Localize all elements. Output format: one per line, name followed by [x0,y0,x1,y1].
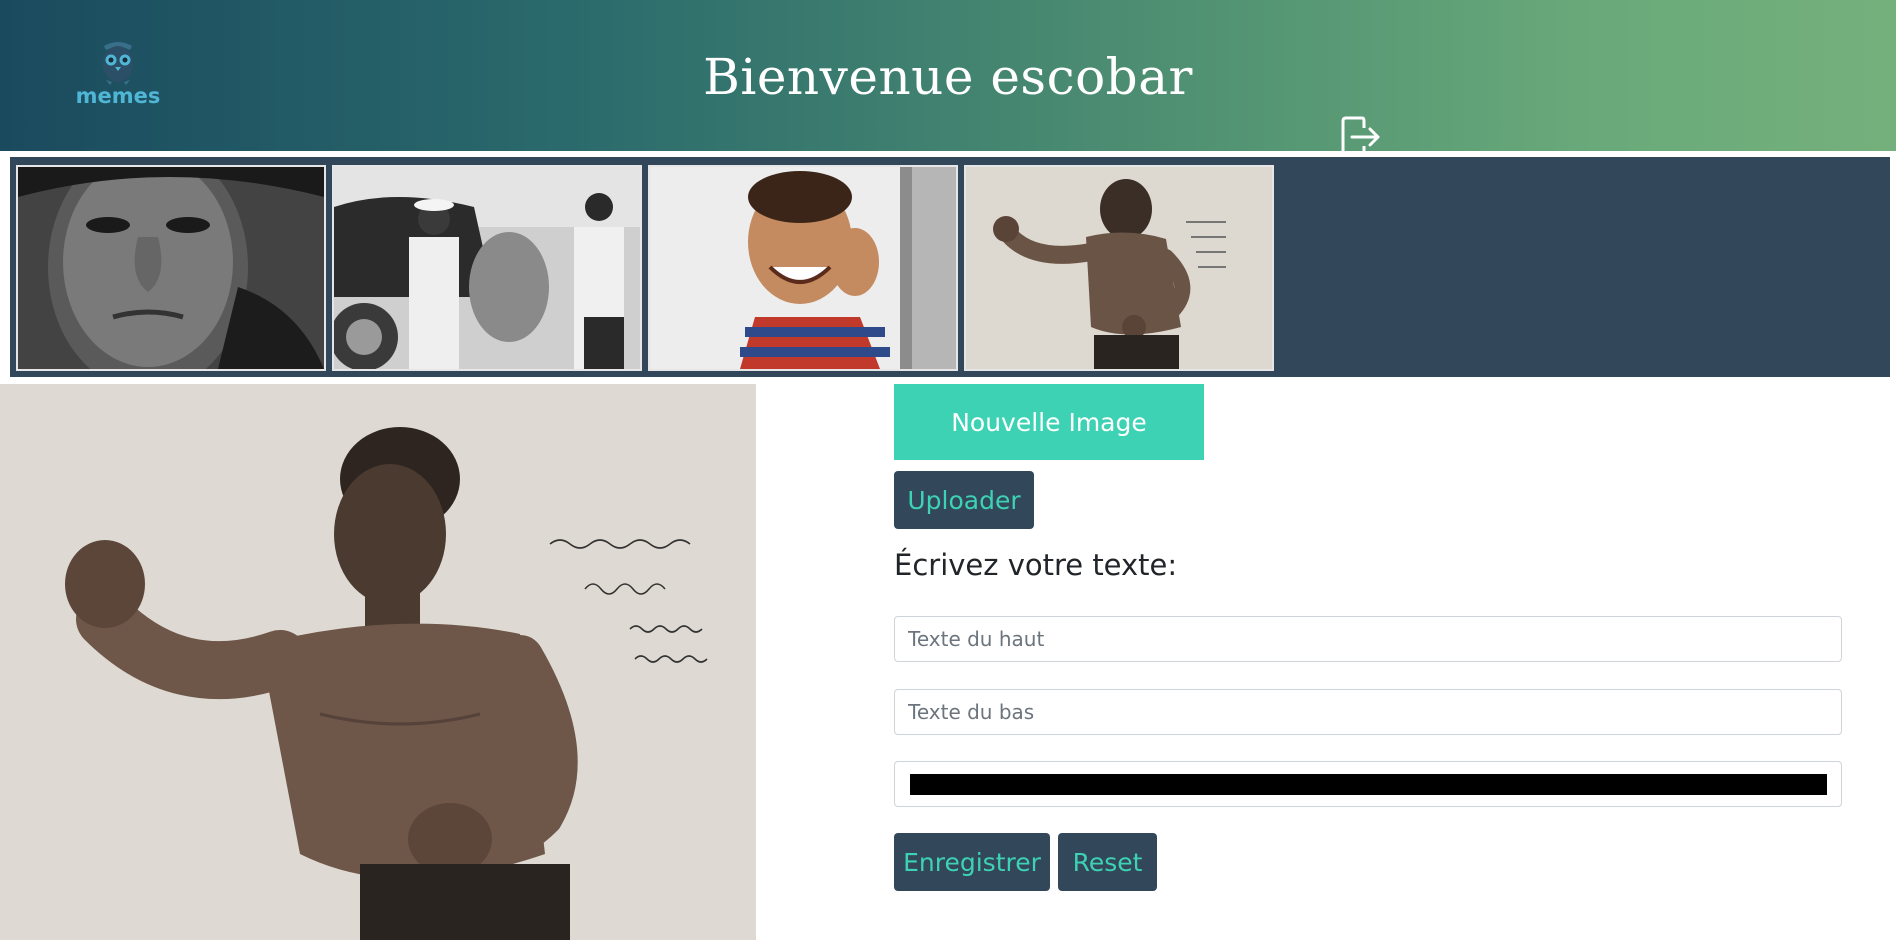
write-text-label: Écrivez votre texte: [894,548,1178,582]
meme-canvas-image [0,384,756,940]
header-banner: memes Bienvenue escobar [0,0,1896,151]
save-button[interactable]: Enregistrer [894,833,1050,891]
page-title: Bienvenue escobar [703,48,1193,106]
new-image-button[interactable]: Nouvelle Image [894,384,1204,460]
logout-button[interactable] [1340,114,1382,160]
thumbnail-boxer[interactable] [964,165,1274,371]
bottom-text-input[interactable] [894,689,1842,735]
text-color-picker[interactable] [894,761,1842,807]
thumbnail-boy-portrait[interactable] [16,165,326,371]
reset-button[interactable]: Reset [1058,833,1157,891]
thumbnail-family-car[interactable] [332,165,642,371]
upload-button[interactable]: Uploader [894,471,1034,529]
top-text-input[interactable] [894,616,1842,662]
thumbnail-smiling-child[interactable] [648,165,958,371]
color-swatch [910,774,1827,795]
image-gallery [10,157,1890,377]
logout-icon [1341,116,1380,158]
